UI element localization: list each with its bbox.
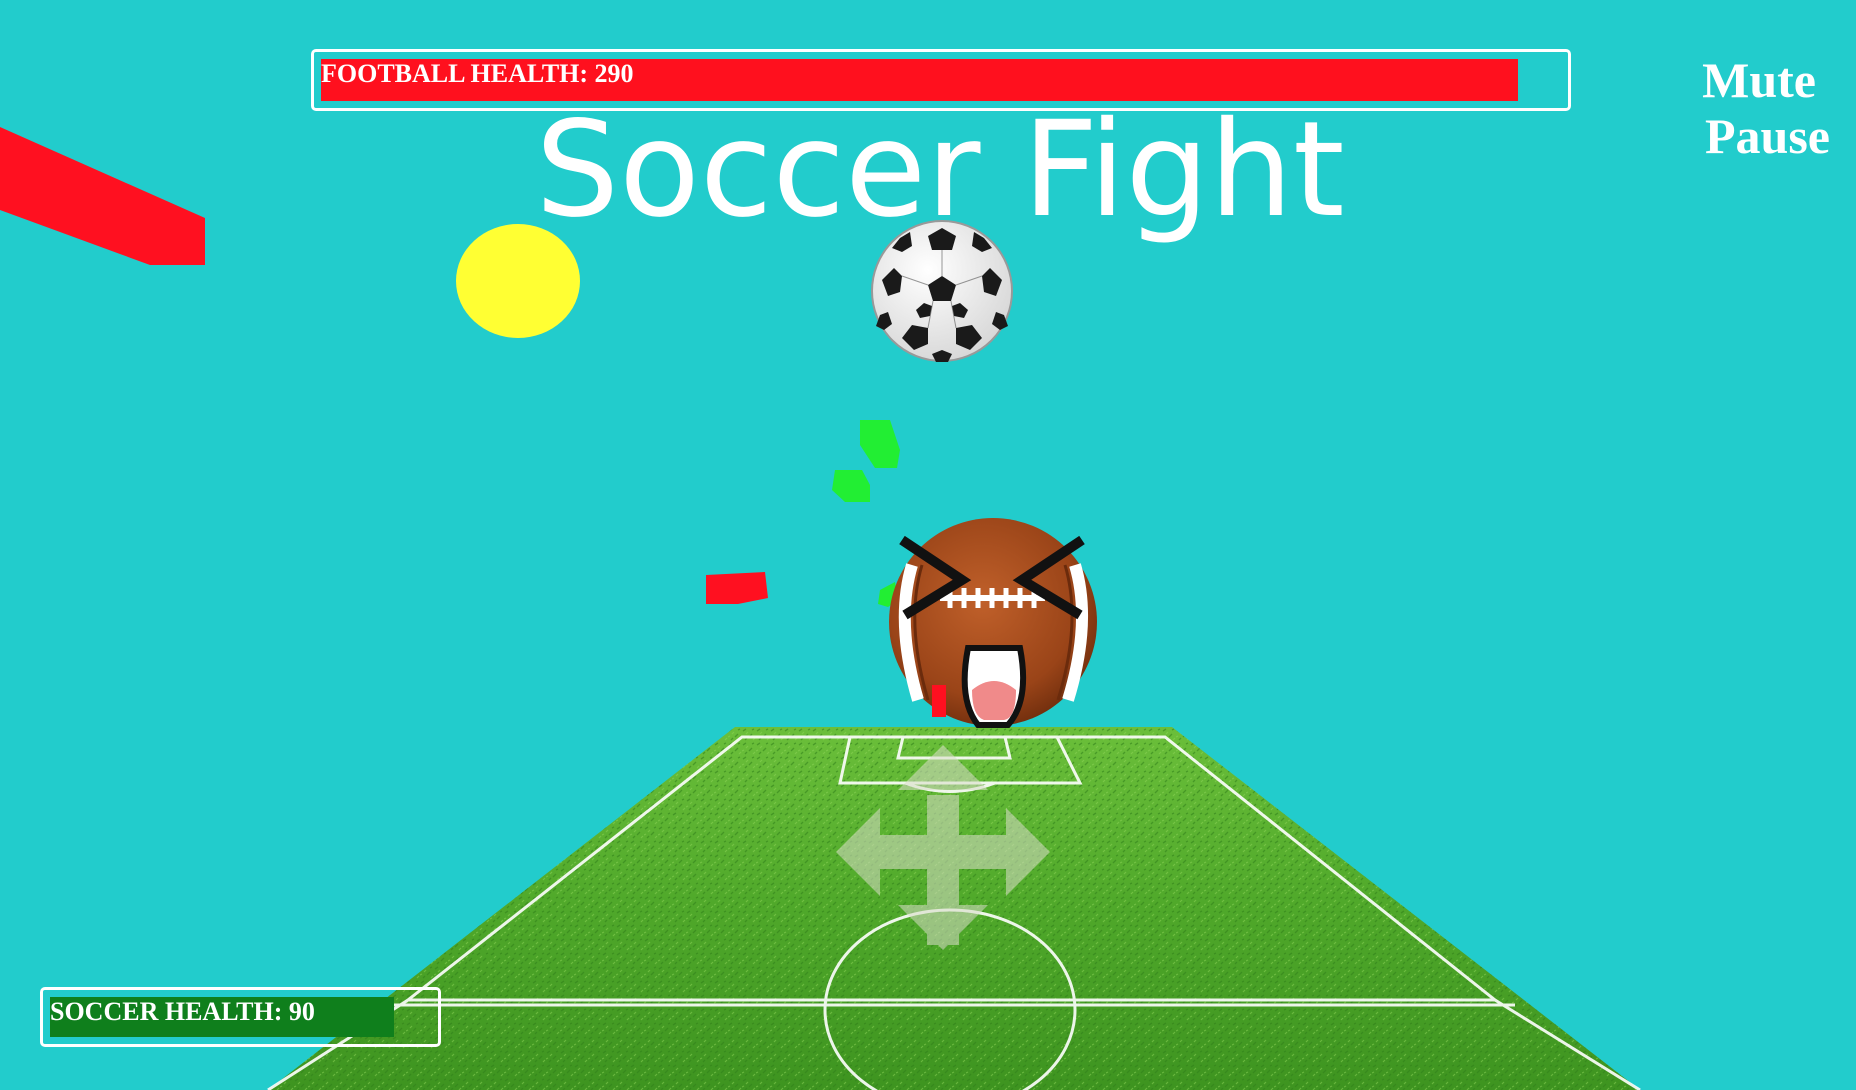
soccer-health-bar: SOCCER HEALTH: 90 xyxy=(40,987,441,1047)
green-projectile xyxy=(860,420,900,468)
red-projectile xyxy=(706,572,768,604)
mute-button[interactable]: Mute xyxy=(1702,52,1816,108)
angry-football-icon xyxy=(889,518,1097,728)
game-title: Soccer Fight xyxy=(535,93,1345,247)
pause-button[interactable]: Pause xyxy=(1705,108,1830,164)
soccer-health-label: SOCCER HEALTH: 90 xyxy=(50,997,315,1026)
green-projectile xyxy=(832,470,870,502)
football-health-label: FOOTBALL HEALTH: 290 xyxy=(321,59,634,88)
